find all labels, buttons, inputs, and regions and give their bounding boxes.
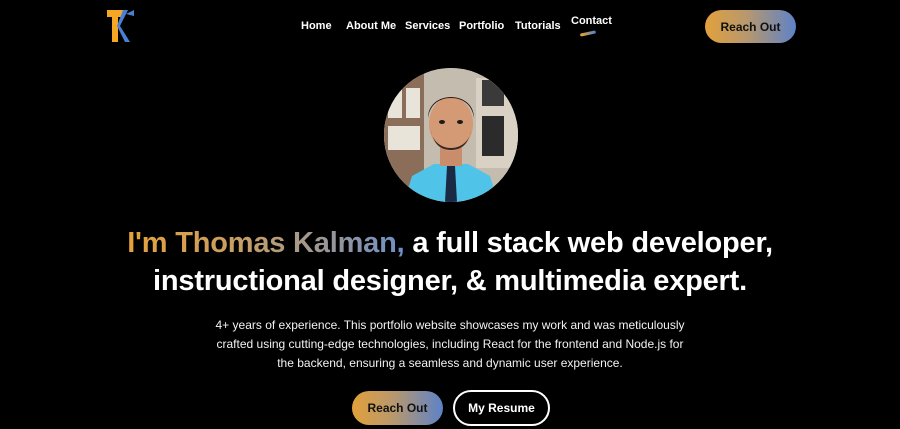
avatar	[384, 68, 518, 202]
logo-icon[interactable]	[106, 8, 136, 44]
reach-out-button[interactable]: Reach Out	[352, 391, 443, 425]
my-resume-button[interactable]: My Resume	[453, 390, 550, 426]
nav-about-me[interactable]: About Me	[346, 20, 396, 32]
hero-headline: I'm Thomas Kalman, a full stack web deve…	[0, 224, 900, 300]
nav-home[interactable]: Home	[301, 20, 332, 32]
nav-contact[interactable]: Contact	[571, 15, 612, 27]
hero-headline-line2: instructional designer, & multimedia exp…	[153, 265, 747, 297]
hero-description-line-2: crafted using cutting-edge technologies,…	[216, 337, 684, 351]
nav-portfolio[interactable]: Portfolio	[459, 20, 504, 32]
active-nav-indicator	[579, 30, 597, 37]
reach-out-header-button[interactable]: Reach Out	[705, 10, 796, 43]
hero-description-line-1: 4+ years of experience. This portfolio w…	[215, 318, 685, 332]
hero-name: I'm Thomas Kalman,	[127, 227, 405, 259]
nav-tutorials[interactable]: Tutorials	[515, 20, 561, 32]
hero-headline-rest: a full stack web developer,	[404, 227, 773, 259]
portrait-photo	[384, 68, 518, 202]
nav-services[interactable]: Services	[405, 20, 450, 32]
hero-description: 4+ years of experience. This portfolio w…	[200, 316, 700, 373]
hero-description-line-3: the backend, ensuring a seamless and dyn…	[277, 356, 623, 370]
